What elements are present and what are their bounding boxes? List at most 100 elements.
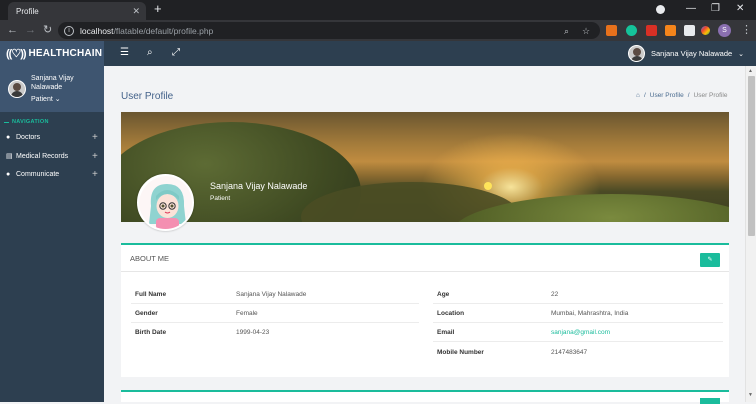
chevron-down-icon: ⌄ (738, 50, 745, 58)
breadcrumb-current: User Profile (693, 92, 728, 99)
edit-button[interactable]: ✎ (700, 253, 720, 267)
info-row-location: Location Mumbai, Mahrashtra, India (433, 304, 723, 323)
divider (121, 271, 729, 272)
sidebar-item-label: Medical Records (16, 152, 69, 160)
scroll-down-arrow-icon[interactable]: ▼ (748, 392, 753, 398)
chrome-profile-avatar[interactable]: S (718, 24, 731, 37)
card-title: ABOUT ME (130, 254, 170, 263)
info-row-gender: Gender Female (131, 304, 419, 323)
sidebar-user-role-dropdown[interactable]: Patient ⌄ (31, 95, 61, 103)
breadcrumb-link[interactable]: User Profile (650, 92, 684, 99)
cover-lens-flare (484, 182, 492, 190)
info-row-email: Email sanjana@gmail.com (433, 323, 723, 342)
extension-icon[interactable] (606, 25, 617, 36)
profile-name: Sanjana Vijay Nalawade (210, 181, 308, 191)
cover-photo (121, 112, 729, 222)
back-arrow-icon[interactable]: ← (7, 24, 18, 36)
records-icon: ▤ (6, 153, 13, 160)
expand-plus-icon[interactable]: + (92, 132, 104, 143)
tab-close-icon[interactable]: ✕ (132, 6, 140, 17)
url-host: localhost (80, 25, 114, 36)
menu-toggle-icon[interactable]: ☰ (120, 47, 129, 58)
browser-menu-icon[interactable]: ⋮ (741, 24, 752, 36)
header-user-menu[interactable]: Sanjana Vijay Nalawade ⌄ (628, 45, 744, 62)
extensions-puzzle-icon[interactable] (684, 25, 695, 36)
info-row-full-name: Full Name Sanjana Vijay Nalawade (131, 285, 419, 304)
brand-name: HEALTHCHAIN (28, 48, 103, 59)
browser-tab-strip: Profile ✕ + — ❐ ✕ (0, 0, 756, 20)
expand-plus-icon[interactable]: + (92, 169, 104, 180)
field-value: 1999-04-23 (236, 329, 270, 336)
nav-heading: NAVIGATION (12, 119, 49, 125)
expand-plus-icon[interactable]: + (92, 151, 104, 162)
chat-icon: ● (6, 170, 11, 178)
field-label: Birth Date (135, 329, 167, 336)
sidebar-item-doctors[interactable]: ● Doctors + (0, 129, 104, 145)
fullscreen-icon[interactable]: ⤢ (172, 47, 180, 58)
url-path: /flatable/default/profile.php (113, 25, 214, 36)
metamask-extension-icon[interactable] (665, 25, 676, 36)
sidebar-item-label: Communicate (16, 170, 60, 178)
address-bar[interactable]: i localhost/flatable/default/profile.php… (58, 22, 600, 39)
field-label: Age (437, 291, 450, 298)
sidebar-user-name: Sanjana Vijay Nalawade (31, 75, 74, 91)
sidebar-user-panel: Sanjana Vijay Nalawade Patient ⌄ (0, 66, 104, 112)
minimize-button[interactable]: — (686, 3, 696, 14)
field-label: Gender (135, 310, 158, 317)
header-avatar (628, 45, 645, 62)
breadcrumb: ⌂ / User Profile / User Profile (636, 92, 728, 99)
site-info-icon[interactable]: i (64, 25, 74, 36)
field-label: Full Name (135, 291, 167, 298)
new-tab-button[interactable]: + (154, 2, 162, 16)
email-link[interactable]: sanjana@gmail.com (551, 329, 610, 336)
home-icon[interactable]: ⌂ (636, 92, 640, 99)
field-value: Sanjana Vijay Nalawade (236, 291, 307, 298)
browser-tab[interactable]: Profile ✕ (8, 2, 146, 20)
grammarly-extension-icon[interactable] (626, 25, 637, 36)
search-icon[interactable]: ⌕ (564, 26, 569, 37)
sidebar-item-medical-records[interactable]: ▤ Medical Records + (0, 148, 104, 164)
breadcrumb-separator: / (643, 92, 646, 99)
app-header: ☰ ⌕ ⤢ Sanjana Vijay Nalawade ⌄ (104, 41, 756, 66)
header-user-name: Sanjana Vijay Nalawade (651, 49, 733, 58)
forward-arrow-icon[interactable]: → (25, 24, 36, 36)
browser-toolbar: ← → ↻ i localhost/flatable/default/profi… (0, 20, 756, 41)
sidebar-item-label: Doctors (16, 133, 41, 141)
next-card (121, 390, 729, 404)
field-value: 22 (551, 291, 559, 298)
scroll-thumb[interactable] (748, 76, 755, 236)
card-action-button[interactable] (700, 398, 720, 404)
field-value: Female (236, 310, 258, 317)
field-value: 2147483647 (551, 349, 588, 356)
doctors-icon: ● (6, 133, 11, 141)
profile-avatar[interactable] (137, 174, 194, 231)
field-label: Location (437, 310, 465, 317)
bookmark-star-icon[interactable]: ☆ (582, 26, 590, 37)
field-value: Mumbai, Mahrashtra, India (551, 310, 629, 317)
color-extension-icon[interactable] (701, 26, 710, 35)
info-row-age: Age 22 (433, 285, 723, 304)
about-me-card: ABOUT ME ✎ Full Name Sanjana Vijay Nalaw… (121, 243, 729, 377)
search-icon[interactable]: ⌕ (147, 47, 153, 58)
sidebar-item-communicate[interactable]: ● Communicate + (0, 166, 104, 182)
field-label: Mobile Number (437, 349, 484, 356)
profile-role: Patient (210, 195, 231, 202)
heartbeat-logo-icon: ((♡)) (6, 48, 26, 60)
restore-button[interactable]: ❐ (711, 3, 720, 14)
info-row-mobile: Mobile Number 2147483647 (433, 343, 723, 362)
sidebar: Sanjana Vijay Nalawade Patient ⌄ NAVIGAT… (0, 66, 104, 402)
close-window-button[interactable]: ✕ (736, 3, 744, 14)
app-logo[interactable]: ((♡)) HEALTHCHAIN (0, 41, 104, 66)
scroll-up-arrow-icon[interactable]: ▲ (748, 68, 753, 74)
breadcrumb-separator: / (687, 92, 690, 99)
tab-title: Profile (16, 6, 39, 16)
extension-icon[interactable] (646, 25, 657, 36)
page-title: User Profile (121, 91, 174, 102)
avatar (8, 80, 26, 98)
media-control-icon[interactable] (656, 5, 665, 14)
page-scrollbar[interactable]: ▲ ▼ (745, 66, 756, 402)
nav-heading-line (4, 122, 9, 123)
reload-icon[interactable]: ↻ (43, 24, 52, 36)
info-row-birth-date: Birth Date 1999-04-23 (131, 323, 419, 342)
field-label: Email (437, 329, 455, 336)
